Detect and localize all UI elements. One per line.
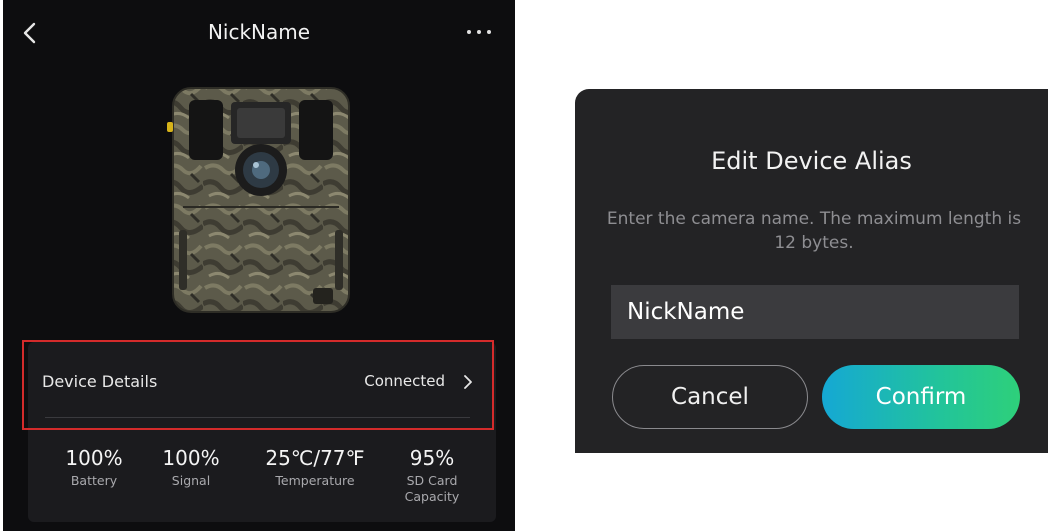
signal-value: 100%: [162, 446, 220, 470]
dialog-description: Enter the camera name. The maximum lengt…: [606, 209, 1022, 253]
trail-camera-image: [167, 87, 350, 313]
edit-alias-dialog: Edit Device Alias Enter the camera name.…: [575, 89, 1048, 453]
divider: [45, 417, 470, 418]
battery-stat: 100% Battery: [54, 446, 134, 489]
temperature-label: Temperature: [275, 473, 355, 488]
signal-label: Signal: [171, 473, 211, 488]
temperature-value: 25℃/77℉: [265, 446, 365, 470]
more-dots-icon: [467, 30, 471, 34]
sd-card-label: SD Card Capacity: [404, 473, 460, 504]
battery-value: 100%: [65, 446, 123, 470]
top-bar: NickName: [3, 0, 515, 66]
more-options-button[interactable]: [465, 24, 493, 40]
sd-card-value: 95%: [409, 446, 455, 470]
alias-input[interactable]: [611, 285, 1019, 339]
confirm-button[interactable]: Confirm: [822, 365, 1020, 429]
dialog-title: Edit Device Alias: [711, 147, 912, 175]
signal-stat: 100% Signal: [151, 446, 231, 489]
battery-label: Battery: [70, 473, 118, 488]
sd-card-stat: 95% SD Card Capacity: [392, 446, 472, 505]
cancel-button[interactable]: Cancel: [612, 365, 808, 429]
temperature-stat: 25℃/77℉ Temperature: [253, 446, 377, 489]
page-title: NickName: [207, 20, 311, 44]
